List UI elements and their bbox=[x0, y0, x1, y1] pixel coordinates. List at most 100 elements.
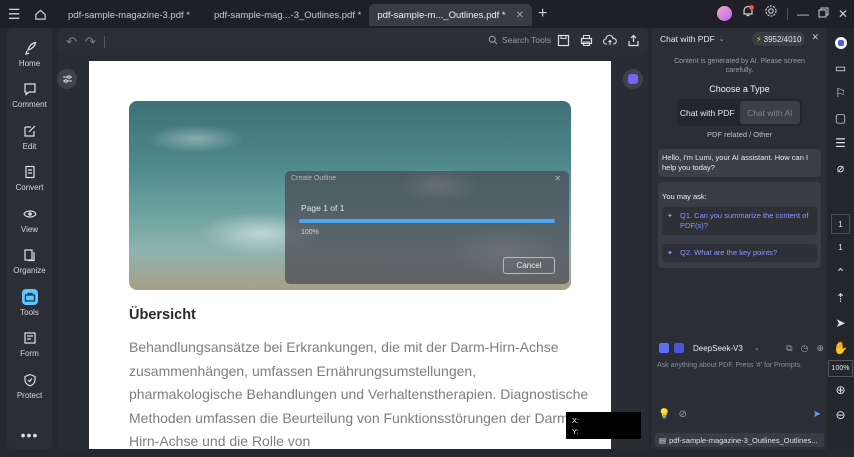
attached-file-chip[interactable]: ▤ pdf-sample-magazine-3_Outlines_Outline… bbox=[655, 433, 824, 447]
divider bbox=[103, 35, 105, 48]
nav-label: Tools bbox=[20, 307, 39, 317]
paperclip-icon[interactable]: ⌀ bbox=[827, 155, 854, 180]
nav-tools[interactable]: Tools bbox=[7, 282, 52, 324]
history-clock-icon[interactable]: ◷ bbox=[801, 343, 809, 354]
hand-tool-icon[interactable]: ✋ bbox=[827, 335, 854, 360]
model-selector-row: DeepSeek-V3 ⌄ ⧉ ◷ ⊕ bbox=[659, 341, 824, 355]
nav-home[interactable]: Home bbox=[7, 33, 52, 75]
cancel-button[interactable]: Cancel bbox=[503, 257, 555, 274]
search-tools[interactable]: Search Tools bbox=[488, 35, 551, 45]
form-icon bbox=[22, 330, 38, 346]
attachments-list-icon[interactable]: ☰ bbox=[827, 130, 854, 155]
redo-icon[interactable]: ↷ bbox=[85, 34, 96, 50]
tab-document-1[interactable]: pdf-sample-magazine-3.pdf * bbox=[60, 4, 198, 26]
minimize-window-icon[interactable]: — bbox=[797, 7, 809, 21]
ai-chat-panel: Chat with PDF ⌄ ⚡ 3952/4010 ✕ Content is… bbox=[652, 28, 827, 449]
rocket-icon bbox=[22, 40, 38, 56]
nav-edit[interactable]: Edit bbox=[7, 116, 52, 158]
bookmark-icon[interactable]: ⚐ bbox=[827, 80, 854, 105]
shield-icon bbox=[22, 372, 38, 388]
lightning-icon: ⚡ bbox=[756, 34, 762, 44]
nav-view[interactable]: View bbox=[7, 199, 52, 241]
progress-bar bbox=[299, 219, 555, 223]
new-chat-plus-icon[interactable]: ⊕ bbox=[816, 343, 824, 354]
nav-organize[interactable]: Organize bbox=[7, 241, 52, 283]
sparkle-icon: ✦ bbox=[667, 213, 673, 220]
paperclip-icon[interactable]: ⊘ bbox=[678, 409, 686, 420]
nav-label: View bbox=[20, 224, 39, 234]
home-icon[interactable] bbox=[30, 4, 50, 24]
zoom-level[interactable]: 100% bbox=[828, 360, 853, 377]
nav-label: Comment bbox=[12, 100, 47, 110]
tab-label: pdf-sample-mag...-3_Outlines.pdf * bbox=[213, 9, 362, 21]
tab-label: pdf-sample-magazine-3.pdf * bbox=[68, 9, 190, 21]
bell-icon[interactable] bbox=[741, 4, 755, 23]
copy-icon[interactable]: ⧉ bbox=[786, 343, 792, 354]
suggestion-q1[interactable]: ✦ Q1. Can you summarize the content of P… bbox=[662, 207, 817, 235]
scroll-to-top-icon[interactable]: ⇡ bbox=[827, 285, 854, 310]
sparkle-icon: ✦ bbox=[667, 250, 673, 257]
nav-label: Home bbox=[18, 58, 41, 68]
attached-file-name: pdf-sample-magazine-3_Outlines_Outlines.… bbox=[669, 435, 818, 445]
close-dialog-icon[interactable]: ✕ bbox=[554, 174, 561, 183]
nav-protect[interactable]: Protect bbox=[7, 365, 52, 407]
chat-with-ai-option[interactable]: Chat with AI bbox=[739, 101, 800, 124]
chat-mode-dropdown[interactable]: Chat with PDF ⌄ bbox=[660, 34, 725, 44]
chevron-down-icon: ⌄ bbox=[718, 36, 725, 43]
convert-icon bbox=[22, 164, 38, 180]
hamburger-menu-icon[interactable]: ☰ bbox=[4, 4, 24, 24]
divider bbox=[786, 7, 788, 20]
left-navigation-rail: Home Comment Edit Convert View Organize bbox=[7, 28, 52, 449]
close-panel-icon[interactable]: ✕ bbox=[811, 32, 819, 43]
nav-comment[interactable]: Comment bbox=[7, 75, 52, 117]
gear-icon[interactable] bbox=[764, 4, 778, 23]
chevron-up-icon[interactable]: ⌃ bbox=[827, 260, 854, 285]
avatar[interactable] bbox=[716, 6, 732, 21]
nav-label: Protect bbox=[16, 390, 43, 400]
restore-window-icon[interactable] bbox=[818, 5, 829, 23]
lightbulb-icon[interactable]: 💡 bbox=[658, 409, 670, 420]
nav-form[interactable]: Form bbox=[7, 324, 52, 366]
print-icon[interactable] bbox=[580, 34, 593, 50]
properties-sliders-icon[interactable] bbox=[57, 69, 77, 89]
comment-icon bbox=[22, 81, 38, 97]
send-icon[interactable]: ➤ bbox=[813, 409, 821, 420]
save-icon[interactable] bbox=[557, 34, 570, 50]
thumbnails-icon[interactable]: ▭ bbox=[827, 55, 854, 80]
search-tools-label: Search Tools bbox=[502, 35, 551, 45]
tab-document-3[interactable]: pdf-sample-m..._Outlines.pdf * ✕ bbox=[369, 4, 533, 26]
lumi-ai-icon[interactable] bbox=[827, 30, 854, 55]
ai-assistant-icon[interactable] bbox=[623, 69, 643, 89]
zoom-out-icon[interactable]: ⊖ bbox=[827, 402, 854, 427]
share-icon[interactable] bbox=[627, 34, 640, 50]
model-name[interactable]: DeepSeek-V3 bbox=[693, 344, 743, 353]
close-window-icon[interactable]: ✕ bbox=[838, 7, 848, 21]
ai-disclaimer: Content is generated by AI. Please scree… bbox=[674, 58, 805, 74]
select-cursor-icon[interactable]: ➤ bbox=[827, 310, 854, 335]
assistant-greeting-message: Hello, I'm Lumi, your AI assistant. How … bbox=[658, 149, 821, 177]
tab-document-2[interactable]: pdf-sample-mag...-3_Outlines.pdf * bbox=[206, 4, 369, 26]
organize-icon bbox=[22, 247, 38, 263]
y-coordinate: Y: bbox=[572, 427, 579, 436]
suggestion-q2[interactable]: ✦ Q2. What are the key points? bbox=[662, 244, 817, 262]
credits-badge[interactable]: ⚡ 3952/4010 bbox=[752, 32, 806, 46]
suggestions-box: You may ask: ✦ Q1. Can you summarize the… bbox=[658, 182, 821, 268]
chevron-down-icon[interactable]: ⌄ bbox=[754, 344, 760, 352]
nav-convert[interactable]: Convert bbox=[7, 158, 52, 200]
more-options-icon[interactable]: ••• bbox=[21, 427, 39, 443]
you-may-ask-label: You may ask: bbox=[662, 192, 707, 201]
chat-input[interactable]: Ask anything about PDF. Press '#' for Pr… bbox=[657, 362, 820, 369]
zoom-in-icon[interactable]: ⊕ bbox=[827, 377, 854, 402]
nav-label: Convert bbox=[15, 183, 44, 193]
comments-icon[interactable]: ▢ bbox=[827, 105, 854, 130]
current-page-field[interactable]: 1 bbox=[831, 214, 850, 234]
cloud-upload-icon[interactable] bbox=[602, 34, 617, 50]
credits-count: 3952/4010 bbox=[763, 34, 802, 44]
new-tab-plus-icon[interactable]: + bbox=[538, 5, 547, 23]
chat-type-toggle: Chat with PDF Chat with AI bbox=[677, 99, 802, 126]
chat-with-pdf-option[interactable]: Chat with PDF bbox=[677, 99, 738, 126]
undo-icon[interactable]: ↶ bbox=[66, 34, 77, 50]
cursor-coordinates: X: Y: bbox=[566, 412, 641, 439]
document-icon: ▤ bbox=[659, 435, 667, 445]
close-tab-icon[interactable]: ✕ bbox=[516, 10, 524, 21]
